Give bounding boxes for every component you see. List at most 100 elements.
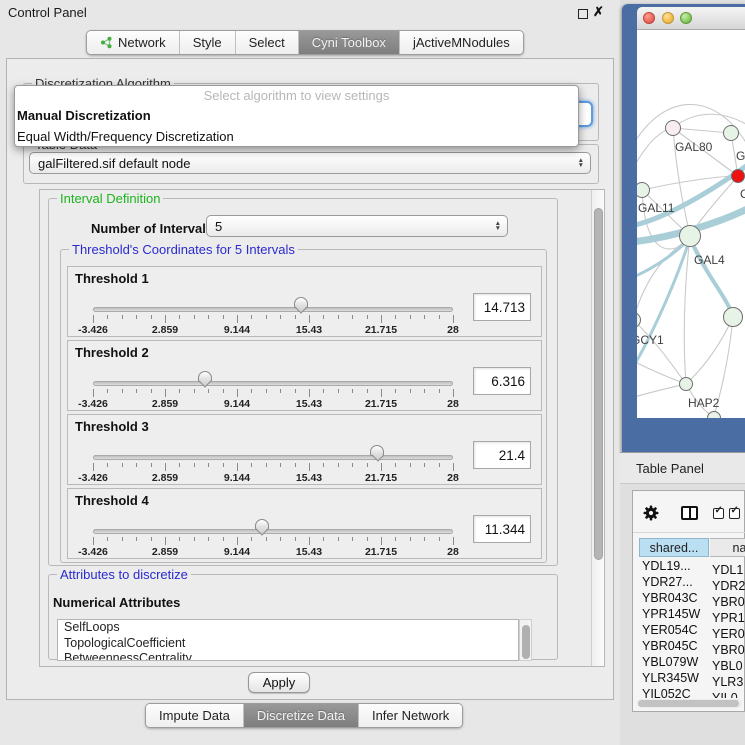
tab-style[interactable]: Style — [179, 31, 235, 54]
threshold-slider[interactable]: -3.4262.8599.14415.4321.71528 — [93, 341, 453, 412]
attributes-list[interactable]: SelfLoopsTopologicalCoefficientBetweenne… — [57, 619, 519, 661]
table-row[interactable]: YBR045CYBR0 — [639, 638, 745, 654]
tab-label: Style — [193, 35, 222, 50]
tick-mark — [453, 463, 454, 471]
threshold-slider[interactable]: -3.4262.8599.14415.4321.71528 — [93, 267, 453, 338]
threshold-slider[interactable]: -3.4262.8599.14415.4321.71528 — [93, 489, 453, 560]
checkbox-icon[interactable] — [729, 508, 740, 519]
table-row[interactable]: YDL19...YDL1 — [639, 558, 745, 574]
slider-track[interactable] — [93, 307, 453, 312]
scrollbar-thumb[interactable] — [638, 700, 739, 707]
tick-mark — [237, 537, 238, 545]
tick-mark — [309, 389, 310, 397]
tab-impute-data[interactable]: Impute Data — [146, 704, 243, 727]
traffic-light-close-icon[interactable] — [643, 12, 655, 24]
traffic-light-minimize-icon[interactable] — [662, 12, 674, 24]
tab-select[interactable]: Select — [235, 31, 298, 54]
column-header-shared[interactable]: shared... — [639, 538, 709, 557]
popup-option-equal-width-frequency[interactable]: Equal Width/Frequency Discretization — [15, 126, 578, 147]
threshold-value-box[interactable]: 6.316 — [473, 367, 531, 395]
table-row[interactable]: YER054CYER0 — [639, 622, 745, 638]
table-row[interactable]: YIL052CYIL0 — [639, 686, 745, 698]
tick-label: 2.859 — [152, 324, 178, 336]
tick-label: 28 — [447, 398, 459, 410]
network-node-hap2[interactable] — [679, 377, 693, 391]
table-cell: YBR043C — [639, 590, 710, 606]
apply-button[interactable]: Apply — [248, 672, 310, 693]
tick-mark — [151, 463, 152, 467]
tab-label: Infer Network — [372, 708, 449, 723]
tick-label: 28 — [447, 546, 459, 558]
tick-mark — [194, 389, 195, 393]
attribute-item-selfloops[interactable]: SelfLoops — [58, 620, 518, 636]
checkbox-icon[interactable] — [713, 508, 724, 519]
slider-track[interactable] — [93, 455, 453, 460]
gear-icon[interactable] — [643, 505, 659, 521]
tick-mark — [295, 537, 296, 541]
tick-label: 21.715 — [365, 398, 397, 410]
split-view-icon[interactable] — [681, 506, 698, 520]
attribute-item-topologicalcoefficient[interactable]: TopologicalCoefficient — [58, 636, 518, 652]
tab-label: Discretize Data — [257, 708, 345, 723]
tab-jactivemnodules[interactable]: jActiveMNodules — [399, 31, 523, 54]
tab-infer-network[interactable]: Infer Network — [358, 704, 462, 727]
tick-mark — [424, 315, 425, 319]
tick-mark — [280, 389, 281, 393]
network-node-unlabeled[interactable] — [707, 411, 721, 418]
network-node-h[interactable] — [723, 307, 743, 327]
network-node-gal4[interactable] — [679, 225, 701, 247]
table-row[interactable]: YPR145WYPR1 — [639, 606, 745, 622]
slider-thumb[interactable] — [198, 371, 212, 382]
scrollbar-thumb[interactable] — [594, 208, 603, 560]
tick-mark — [165, 537, 166, 545]
scrollbar-thumb[interactable] — [522, 625, 530, 659]
network-view-window[interactable]: GAL80GCGAL11GAL4GCY1HHAP2 — [622, 4, 745, 452]
network-node-gal80[interactable] — [665, 120, 681, 136]
traffic-light-zoom-icon[interactable] — [680, 12, 692, 24]
slider-thumb[interactable] — [370, 445, 384, 456]
threshold-value-box[interactable]: 14.713 — [473, 293, 531, 321]
vertical-scrollbar[interactable] — [591, 190, 604, 666]
tick-label: -3.426 — [78, 324, 108, 336]
float-window-icon[interactable] — [578, 9, 588, 19]
attribute-item-betweennesscentrality[interactable]: BetweennessCentrality — [58, 651, 518, 661]
tab-network[interactable]: Network — [87, 31, 179, 54]
attributes-list-scrollbar[interactable] — [519, 619, 532, 661]
tick-label: 15.43 — [296, 324, 322, 336]
tab-label: Cyni Toolbox — [312, 35, 386, 50]
tick-mark — [194, 315, 195, 319]
network-icon — [100, 36, 113, 49]
tick-mark — [395, 389, 396, 393]
table-row[interactable]: YBL079WYBL0 — [639, 654, 745, 670]
tab-discretize-data[interactable]: Discretize Data — [243, 704, 358, 727]
slider-track[interactable] — [93, 381, 453, 386]
slider-thumb[interactable] — [255, 519, 269, 530]
table-data-select[interactable]: galFiltered.sif default node ▲▼ — [29, 152, 591, 174]
popup-option-manual-discretization[interactable]: Manual Discretization — [15, 105, 578, 126]
number-of-intervals-select[interactable]: 5 ▲▼ — [206, 215, 508, 237]
network-node-g[interactable] — [723, 125, 739, 141]
threshold-value-box[interactable]: 21.4 — [473, 441, 531, 469]
threshold-slider[interactable]: -3.4262.8599.14415.4321.71528 — [93, 415, 453, 486]
tick-mark — [237, 389, 238, 397]
table-cell: YDR27... — [639, 574, 710, 590]
slider-tick-labels: -3.4262.8599.14415.4321.71528 — [93, 398, 453, 410]
tick-label: -3.426 — [78, 546, 108, 558]
selected-value: 5 — [207, 219, 222, 234]
slider-track[interactable] — [93, 529, 453, 534]
table-row[interactable]: YDR27...YDR2 — [639, 574, 745, 590]
tick-mark — [93, 389, 94, 397]
threshold-value-box[interactable]: 11.344 — [473, 515, 531, 543]
table-row[interactable]: YBR043CYBR0 — [639, 590, 745, 606]
network-canvas[interactable]: GAL80GCGAL11GAL4GCY1HHAP2 — [637, 30, 745, 418]
slider-thumb[interactable] — [294, 297, 308, 308]
network-node-c[interactable] — [731, 169, 745, 183]
tab-cyni-toolbox[interactable]: Cyni Toolbox — [298, 31, 399, 54]
tick-mark — [424, 463, 425, 467]
table-row[interactable]: YLR345WYLR3 — [639, 670, 745, 686]
column-header-name[interactable]: na — [710, 538, 745, 557]
horizontal-scrollbar[interactable] — [637, 699, 742, 708]
tick-mark — [381, 315, 382, 323]
close-icon[interactable]: ✗ — [593, 4, 604, 20]
control-panel-titlebar: Control Panel ✗ — [0, 0, 620, 26]
